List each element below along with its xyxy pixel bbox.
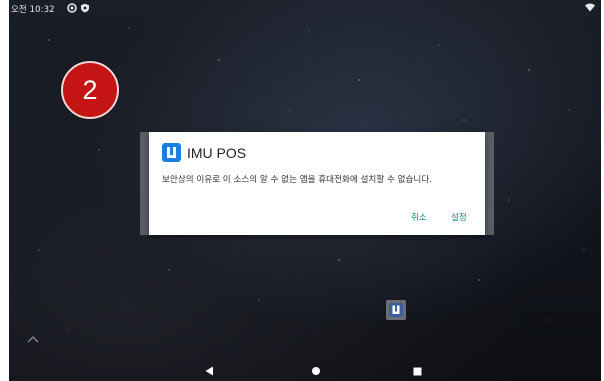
shield-icon: [80, 3, 90, 16]
recent-apps-icon[interactable]: [413, 361, 422, 380]
status-bar: 오전 10:32: [9, 0, 601, 17]
device-frame: 오전 10:32 2 IMU POS 보안상의 이유로 이 소스의 알 수 없는…: [0, 0, 604, 381]
status-time: 오전 10:32: [11, 5, 55, 15]
cancel-button[interactable]: 취소: [411, 211, 427, 223]
imu-pos-home-icon[interactable]: [386, 300, 406, 320]
swipe-up-icon: [27, 328, 39, 347]
dialog-message: 보안상의 이유로 이 소스의 알 수 없는 앱을 휴대전화에 설치할 수 없습니…: [162, 175, 432, 185]
wifi-icon: [585, 3, 595, 15]
home-icon[interactable]: [311, 361, 321, 380]
settings-button[interactable]: 설정: [451, 211, 467, 223]
sync-icon: [67, 3, 77, 16]
tablet-screen: 오전 10:32 2 IMU POS 보안상의 이유로 이 소스의 알 수 없는…: [9, 0, 601, 381]
navigation-bar: [9, 352, 601, 381]
step-number-badge: 2: [61, 61, 119, 119]
imu-app-icon: [162, 143, 181, 162]
install-blocked-dialog: IMU POS 보안상의 이유로 이 소스의 알 수 없는 앱을 휴대전화에 설…: [149, 132, 485, 235]
dialog-title: IMU POS: [187, 145, 247, 161]
dialog-backdrop-left: [140, 132, 149, 235]
dialog-backdrop-right: [485, 132, 494, 235]
back-icon[interactable]: [205, 361, 214, 380]
